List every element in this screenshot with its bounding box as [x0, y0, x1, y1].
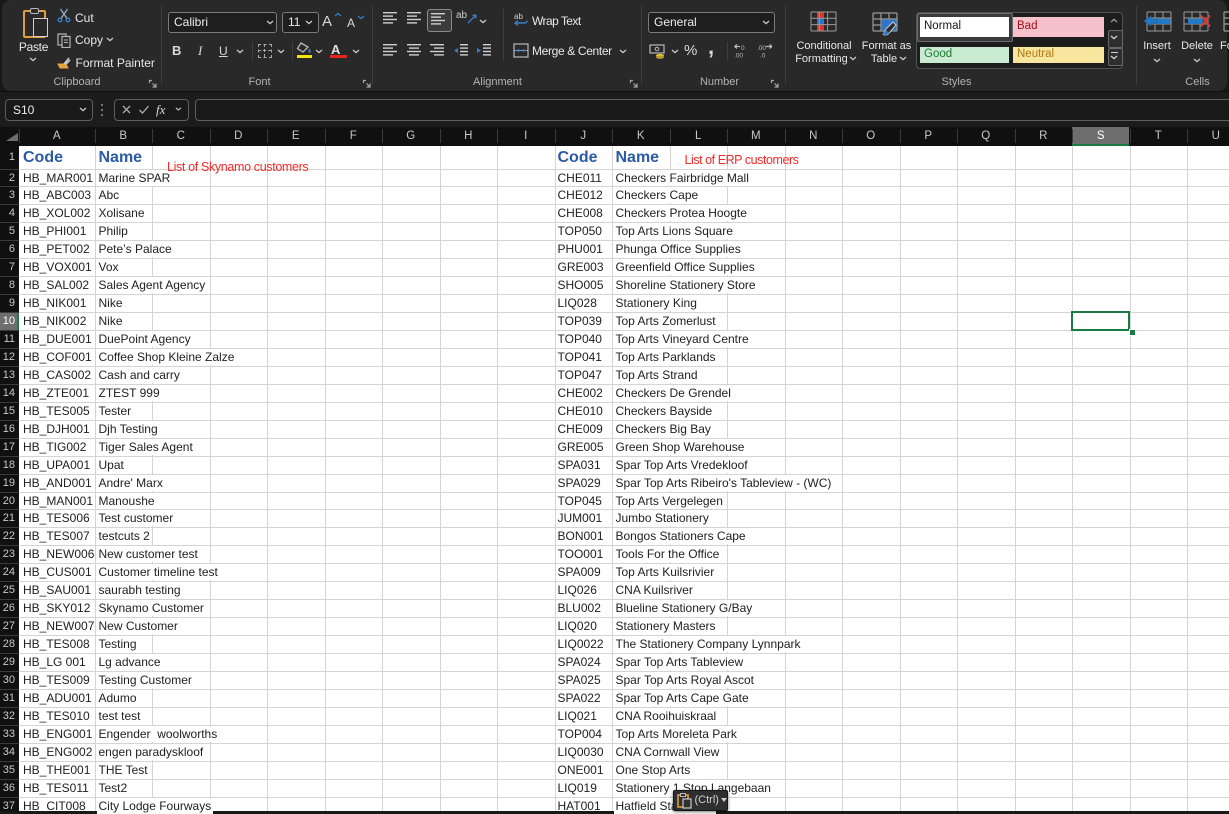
svg-text:.00: .00	[734, 53, 743, 60]
svg-text:.0: .0	[760, 53, 766, 60]
svg-text:ab: ab	[514, 12, 523, 21]
svg-text:.00: .00	[757, 45, 766, 52]
svg-text:0: 0	[741, 45, 745, 52]
